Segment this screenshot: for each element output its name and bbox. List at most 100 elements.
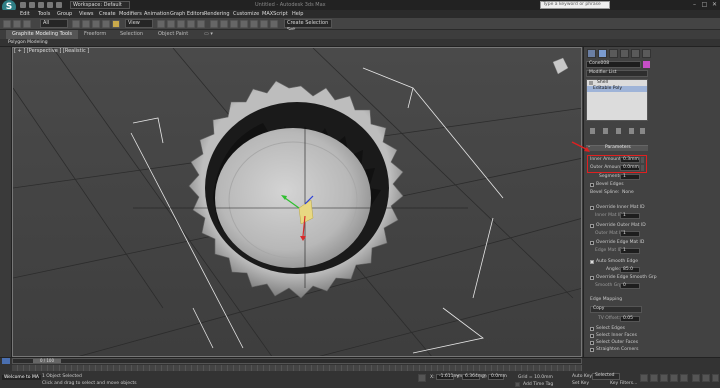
override-edge-checkbox[interactable]	[590, 241, 594, 245]
unlink-tool-icon[interactable]	[23, 20, 31, 28]
smooth-grp-field[interactable]: 0	[620, 283, 640, 289]
new-file-icon[interactable]	[20, 2, 26, 8]
remove-modifier-icon[interactable]	[629, 128, 634, 134]
menu-rendering[interactable]: Rendering	[204, 10, 230, 18]
pin-stack-icon[interactable]	[590, 128, 595, 134]
tab-object-paint[interactable]: Object Paint	[152, 30, 194, 39]
auto-smooth-checkbox[interactable]	[590, 260, 594, 264]
inner-amount-field[interactable]: 0.3mm	[620, 157, 640, 163]
schematic-icon[interactable]	[250, 20, 258, 28]
menu-tools[interactable]: Tools	[38, 10, 50, 18]
pivot-icon[interactable]	[157, 20, 165, 28]
maxscript-listener[interactable]: Welcome to MA	[2, 375, 41, 380]
percent-snap-icon[interactable]	[187, 20, 195, 28]
auto-key-button[interactable]: Auto Key	[572, 374, 592, 379]
segments-field[interactable]: 1	[620, 174, 640, 180]
selection-filter-dropdown[interactable]: All	[40, 19, 68, 28]
material-editor-icon[interactable]	[260, 20, 268, 28]
time-slider[interactable]: 0 / 100	[12, 358, 582, 364]
ribbon-options-icon[interactable]: ▭ ▾	[198, 30, 219, 39]
display-tab-icon[interactable]	[631, 49, 640, 58]
menu-customize[interactable]: Customize	[233, 10, 259, 18]
viewport-label[interactable]: [ + ] [Perspective ] [Realistic ]	[14, 48, 89, 54]
light-bulb-icon[interactable]	[589, 81, 593, 85]
layers-icon[interactable]	[230, 20, 238, 28]
create-tab-icon[interactable]	[587, 49, 596, 58]
angle-snap-icon[interactable]	[177, 20, 185, 28]
lock-selection-icon[interactable]	[418, 374, 426, 382]
configure-modifier-icon[interactable]	[640, 128, 645, 134]
stack-item-editable-poly[interactable]: Editable Poly	[593, 86, 622, 91]
undo-icon[interactable]	[47, 2, 53, 8]
menu-help[interactable]: Help	[292, 10, 303, 18]
inner-mat-field[interactable]: 1	[620, 213, 640, 219]
outer-amount-spinner[interactable]	[641, 165, 644, 171]
orbit-icon[interactable]	[712, 374, 719, 382]
tab-graphite-modeling[interactable]: Graphite Modeling Tools	[6, 30, 79, 39]
motion-tab-icon[interactable]	[620, 49, 629, 58]
angle-field[interactable]: 85.0	[620, 267, 640, 273]
inner-amount-spinner[interactable]	[641, 157, 644, 163]
menu-create[interactable]: Create	[99, 10, 116, 18]
override-inner-checkbox[interactable]	[590, 206, 594, 210]
save-file-icon[interactable]	[38, 2, 44, 8]
show-end-result-icon[interactable]	[603, 128, 608, 134]
menu-views[interactable]: Views	[79, 10, 93, 18]
play-icon[interactable]	[660, 374, 668, 382]
window-crossing-icon[interactable]	[102, 20, 110, 28]
selection-set-dropdown[interactable]: Create Selection Set	[284, 19, 332, 33]
timeline-toggle-icon[interactable]	[2, 358, 10, 364]
snap-icon[interactable]	[167, 20, 175, 28]
menu-edit[interactable]: Edit	[20, 10, 30, 18]
workspace-dropdown[interactable]: Workspace: Default	[70, 1, 130, 9]
spinner-snap-icon[interactable]	[197, 20, 205, 28]
tab-selection[interactable]: Selection	[114, 30, 149, 39]
maximize-icon[interactable]: □	[700, 1, 709, 8]
modifier-list-dropdown[interactable]: Modifier List	[586, 70, 648, 77]
outer-amount-field[interactable]: 0.0mm	[620, 165, 640, 171]
polygon-modeling-label[interactable]: Polygon Modeling	[8, 40, 48, 45]
bevel-spline-button[interactable]: None	[622, 190, 634, 195]
menu-group[interactable]: Group	[57, 10, 72, 18]
time-tag-icon[interactable]	[515, 382, 520, 387]
minimize-icon[interactable]: –	[690, 1, 699, 8]
time-slider-thumb[interactable]: 0 / 100	[33, 359, 61, 363]
close-icon[interactable]: ✕	[710, 1, 719, 8]
key-mode-dropdown[interactable]: Selected	[592, 373, 620, 380]
track-bar[interactable]	[12, 365, 582, 371]
curve-editor-icon[interactable]	[240, 20, 248, 28]
z-coord-field[interactable]: 0.0mm	[488, 374, 507, 380]
select-by-name-icon[interactable]	[82, 20, 90, 28]
pan-icon[interactable]	[702, 374, 710, 382]
select-inner-checkbox[interactable]	[590, 334, 594, 338]
menu-modifiers[interactable]: Modifiers	[119, 10, 142, 18]
menu-maxscript[interactable]: MAXScript	[262, 10, 288, 18]
y-coord-field[interactable]: 6.364mm	[462, 374, 487, 380]
bevel-edges-checkbox[interactable]	[590, 183, 594, 187]
hierarchy-tab-icon[interactable]	[609, 49, 618, 58]
make-unique-icon[interactable]	[616, 128, 621, 134]
override-smooth-checkbox[interactable]	[590, 276, 594, 280]
select-outer-checkbox[interactable]	[590, 341, 594, 345]
tab-freeform[interactable]: Freeform	[78, 30, 112, 39]
ref-coord-dropdown[interactable]: View	[125, 19, 153, 28]
x-coord-field[interactable]: -1.611mm	[436, 374, 462, 380]
edge-mat-field[interactable]: 1	[620, 248, 640, 254]
override-outer-checkbox[interactable]	[590, 224, 594, 228]
stack-item-shell[interactable]: Shell	[597, 80, 608, 85]
goto-start-icon[interactable]	[640, 374, 648, 382]
key-filters-button[interactable]: Key Filters...	[610, 381, 637, 386]
set-key-button[interactable]: Set Key	[572, 381, 589, 386]
outer-mat-field[interactable]: 1	[620, 231, 640, 237]
zoom-icon[interactable]	[692, 374, 700, 382]
mirror-icon[interactable]	[210, 20, 218, 28]
align-icon[interactable]	[220, 20, 228, 28]
next-frame-icon[interactable]	[670, 374, 678, 382]
utilities-tab-icon[interactable]	[642, 49, 651, 58]
prev-frame-icon[interactable]	[650, 374, 658, 382]
undo-tool-icon[interactable]	[3, 20, 11, 28]
edge-mapping-dropdown[interactable]: Copy	[590, 306, 642, 313]
search-input[interactable]: Type a keyword or phrase	[540, 1, 610, 9]
select-edges-checkbox[interactable]	[590, 327, 594, 331]
goto-end-icon[interactable]	[680, 374, 688, 382]
